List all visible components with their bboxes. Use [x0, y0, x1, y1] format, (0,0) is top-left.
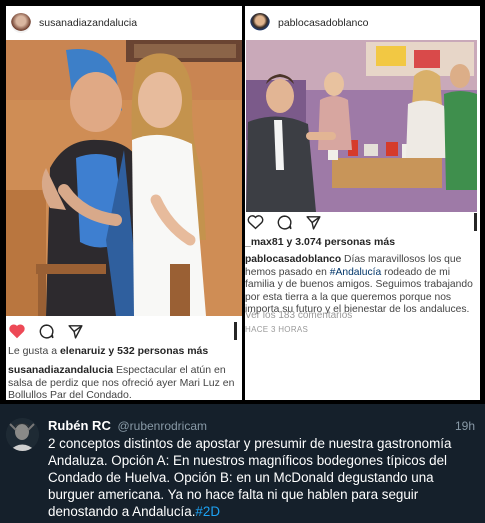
instagram-post-right: pablocasadoblanco _max81 y 3.074 persona…: [245, 6, 480, 400]
view-comments-link[interactable]: Ver los 183 comentarios: [245, 310, 352, 321]
share-icon[interactable]: [67, 323, 84, 340]
caption-username[interactable]: pablocasadoblanco: [245, 254, 341, 265]
instagram-post-left: susanadiazandalucia Le gusta a elenaruiz…: [6, 6, 242, 400]
heart-icon[interactable]: [8, 323, 26, 339]
heart-icon[interactable]: [247, 214, 264, 230]
username[interactable]: pablocasadoblanco: [278, 17, 369, 29]
avatar[interactable]: [11, 13, 31, 33]
post-photo: [6, 40, 242, 316]
post-header: pablocasadoblanco: [245, 6, 480, 40]
share-icon[interactable]: [305, 214, 322, 231]
tweet-timestamp[interactable]: 19h: [455, 419, 475, 433]
post-caption: pablocasadoblanco Días maravillosos los …: [245, 254, 473, 316]
post-photo: [246, 40, 477, 212]
likes-count: _max81 y 3.074 personas más: [245, 236, 396, 248]
display-name[interactable]: Rubén RC: [48, 418, 111, 433]
likes-count: Le gusta a elenaruiz y 532 personas más: [8, 345, 209, 357]
tweet[interactable]: Rubén RC @rubenrodricam 19h 2 conceptos …: [0, 404, 485, 523]
bookmark-icon[interactable]: [234, 322, 240, 345]
post-actions: [247, 211, 322, 233]
tweet-text: 2 conceptos distintos de apostar y presu…: [48, 436, 452, 519]
post-header: susanadiazandalucia: [6, 6, 242, 40]
comment-icon[interactable]: [38, 323, 55, 340]
post-caption: susanadiazandalucia Espectacular el atún…: [8, 364, 235, 400]
liker-username[interactable]: elenaruiz: [60, 345, 106, 357]
user-handle[interactable]: @rubenrodricam: [117, 419, 207, 433]
caption-username[interactable]: susanadiazandalucia: [8, 364, 113, 376]
hashtag-link[interactable]: #2D: [195, 504, 220, 519]
avatar[interactable]: [6, 418, 39, 451]
hashtag-link[interactable]: #Andalucía: [330, 267, 382, 278]
bookmark-icon[interactable]: [472, 213, 478, 236]
liker-username[interactable]: _max81: [245, 236, 284, 248]
tweet-author: Rubén RC @rubenrodricam: [48, 418, 207, 433]
username[interactable]: susanadiazandalucia: [39, 17, 137, 29]
comment-icon[interactable]: [276, 214, 293, 231]
tweet-media-image[interactable]: susanadiazandalucia Le gusta a elenaruiz…: [0, 0, 485, 404]
post-timestamp: HACE 3 HORAS: [245, 325, 309, 334]
avatar[interactable]: [250, 13, 270, 33]
post-actions: [8, 320, 84, 342]
